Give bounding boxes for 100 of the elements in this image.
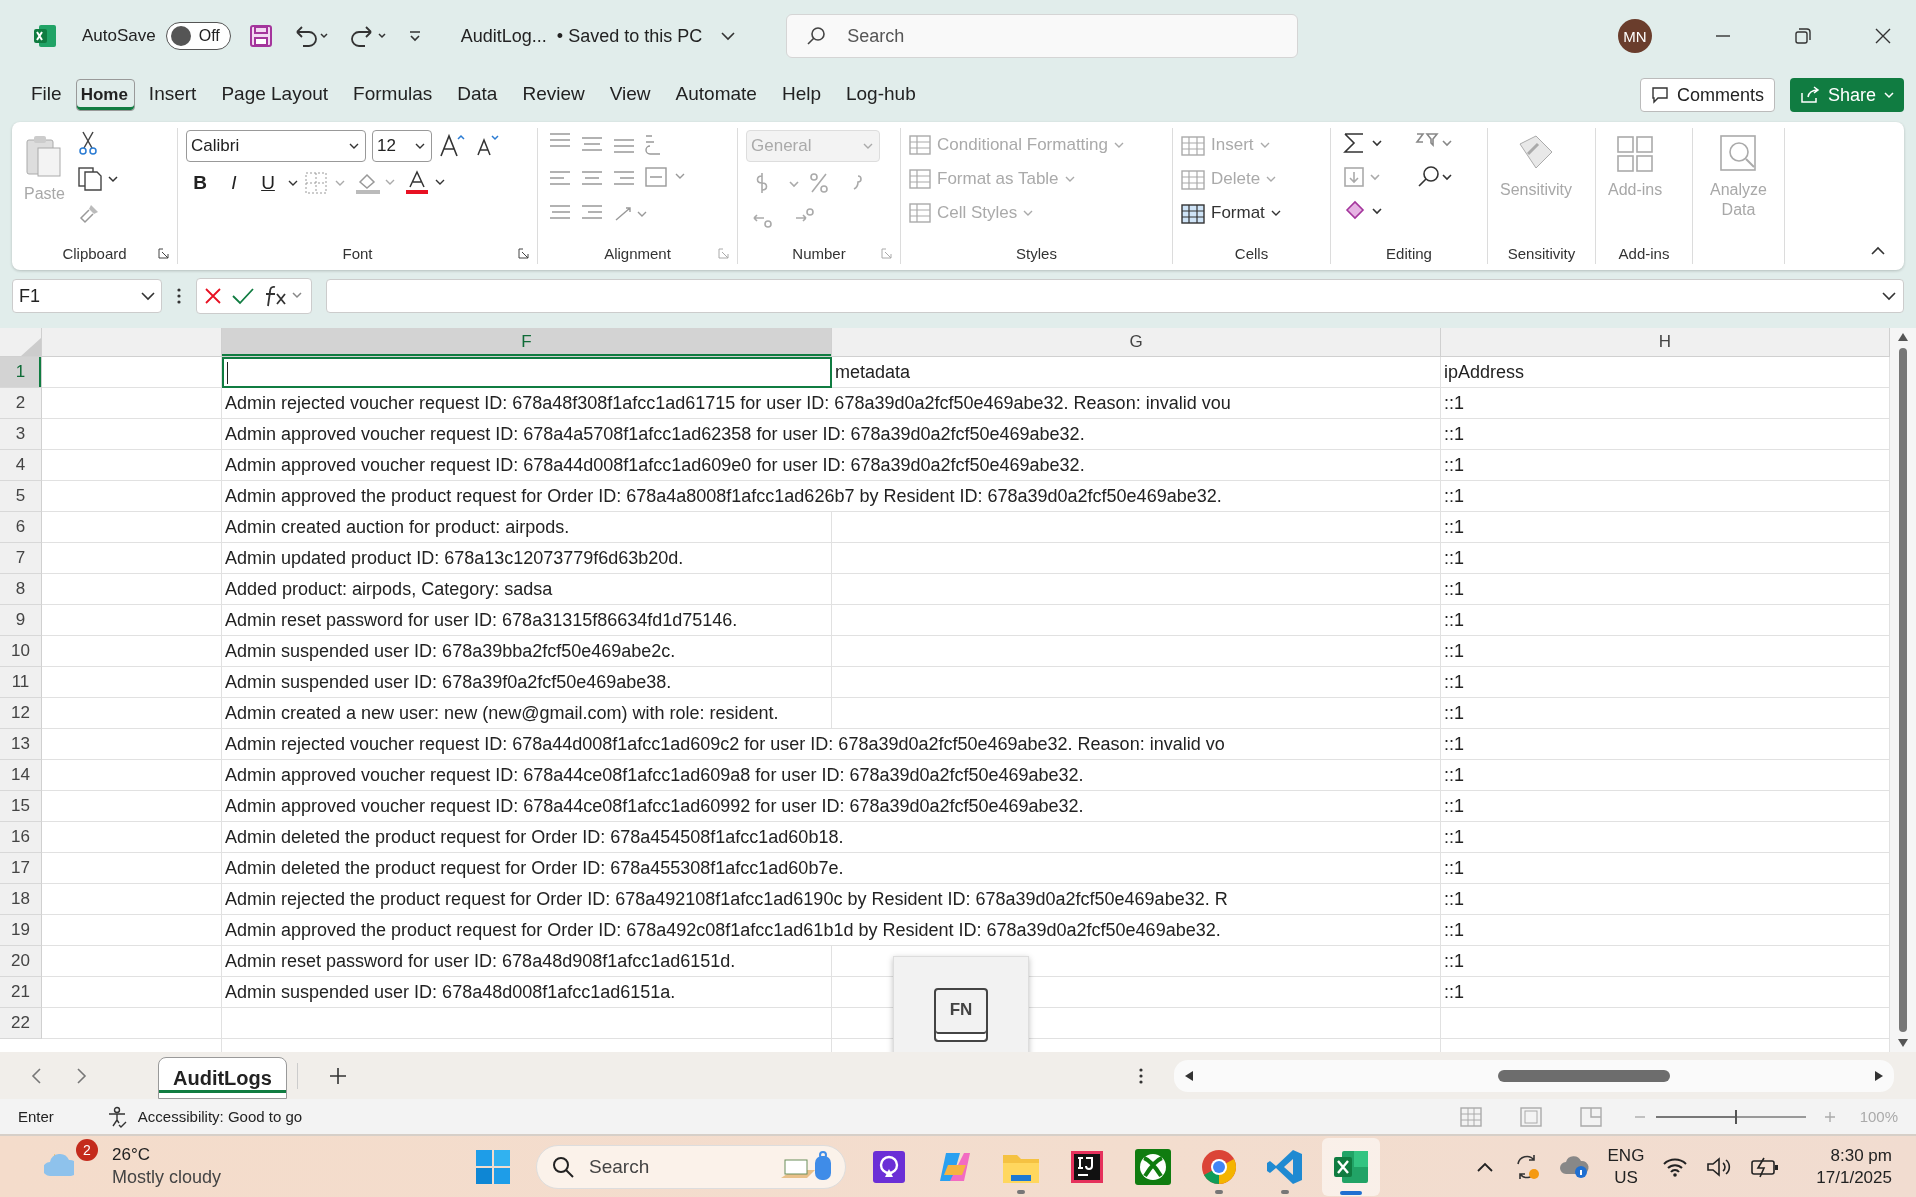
menu-tab[interactable]: Insert [137, 77, 208, 113]
input-region[interactable]: US [1614, 1167, 1638, 1188]
menu-tab[interactable]: Home [75, 79, 135, 111]
clock-time[interactable]: 8:30 pm [1830, 1145, 1892, 1166]
chevron-down-icon[interactable] [288, 179, 298, 187]
row-header[interactable]: 15 [0, 791, 42, 822]
previous-sheet-icon[interactable] [30, 1066, 44, 1085]
code-editor-icon [1266, 1147, 1304, 1186]
close-icon[interactable] [1874, 27, 1892, 45]
scissors-icon[interactable] [76, 130, 99, 156]
menu-tab[interactable]: Automate [664, 77, 768, 113]
chevron-up-icon[interactable] [1475, 1160, 1494, 1173]
bold-button[interactable]: B [186, 172, 214, 194]
font-family-dropdown[interactable]: Calibri [186, 130, 366, 162]
row-header[interactable]: 7 [0, 543, 42, 574]
scrollbar-thumb[interactable] [1498, 1069, 1670, 1082]
menu-tab[interactable]: File [20, 77, 73, 113]
cells-button[interactable]: Format [1181, 198, 1281, 228]
weather-condition[interactable]: Mostly cloudy [112, 1167, 222, 1188]
menu-tab[interactable]: Review [511, 77, 596, 113]
input-language[interactable]: ENG [1607, 1145, 1645, 1166]
table-icon [1181, 134, 1205, 156]
share-button[interactable]: Share [1789, 78, 1904, 112]
clock-date[interactable]: 17/1/2025 [1816, 1167, 1892, 1188]
chrome-app-icon [1200, 1147, 1238, 1186]
font-size-dropdown[interactable]: 12 [372, 130, 432, 162]
horizontal-scrollbar[interactable] [1174, 1059, 1894, 1092]
chevron-down-icon [1884, 91, 1894, 99]
row-header[interactable]: 11 [0, 667, 42, 698]
sheet-tab[interactable]: AuditLogs [158, 1057, 287, 1099]
more-options-icon[interactable] [1138, 1066, 1144, 1085]
italic-button[interactable]: I [220, 172, 248, 194]
group-label: Cells [1234, 244, 1269, 262]
autosave-toggle[interactable]: Off [165, 22, 231, 50]
row-header[interactable]: 16 [0, 822, 42, 853]
cloud-icon[interactable] [1559, 1153, 1590, 1180]
cancel-icon[interactable] [203, 286, 223, 306]
expand-icon[interactable] [1881, 291, 1897, 301]
row-header[interactable]: 4 [0, 450, 42, 481]
formula-input[interactable] [326, 279, 1904, 313]
row-header[interactable]: 13 [0, 729, 42, 760]
row-header[interactable]: 9 [0, 605, 42, 636]
row-header[interactable]: 12 [0, 698, 42, 729]
scroll-left-icon[interactable] [1184, 1069, 1194, 1082]
row-header[interactable]: 22 [0, 1008, 42, 1039]
dialog-launcher-icon[interactable] [518, 247, 529, 259]
chevron-down-icon [863, 142, 873, 150]
name-box[interactable]: F1 [12, 279, 162, 313]
volume-icon[interactable] [1706, 1155, 1733, 1178]
battery-charging-icon[interactable] [1750, 1155, 1781, 1178]
add-sheet-icon[interactable] [327, 1065, 348, 1086]
function-icon[interactable] [263, 284, 305, 308]
row-header[interactable]: 14 [0, 760, 42, 791]
column-header[interactable]: F [222, 328, 832, 356]
row-header[interactable]: 2 [0, 388, 42, 419]
chevron-down-icon [1023, 209, 1034, 217]
underline-button[interactable]: U [254, 172, 282, 194]
dialog-launcher-icon[interactable] [158, 247, 169, 259]
row-header[interactable]: 8 [0, 574, 42, 605]
log-message: Admin rejected voucher request ID: 678a48f308f1afcc1ad61715 for user ID: 678a39d0a2fcf50e469abe32. Reason: invalid vou [225, 388, 1233, 418]
redo-icon[interactable] [348, 24, 389, 48]
row-header[interactable]: 3 [0, 419, 42, 450]
check-icon[interactable] [231, 286, 255, 306]
log-message: Admin rejected voucher request ID: 678a44d008f1afcc1ad609c2 for user ID: 678a39d0a2fcf50e469abe32. Reason: invalid vo [225, 729, 1227, 759]
restore-icon[interactable] [1794, 27, 1812, 45]
row-header[interactable]: 21 [0, 977, 42, 1008]
collapse-ribbon-icon[interactable] [1870, 246, 1886, 256]
temperature[interactable]: 26°C [112, 1145, 222, 1165]
row-header[interactable]: 6 [0, 512, 42, 543]
more-options-icon[interactable] [176, 287, 182, 305]
vertical-scrollbar[interactable] [1890, 328, 1916, 1052]
menu-tab[interactable]: Help [770, 77, 832, 113]
menu-tab[interactable]: Log-hub [835, 77, 927, 113]
row-header[interactable]: 5 [0, 481, 42, 512]
menu-tab[interactable]: Data [446, 77, 509, 113]
row-header[interactable]: 10 [0, 636, 42, 667]
scroll-down-icon[interactable] [1897, 1038, 1909, 1048]
taskbar-search-field[interactable]: Search [536, 1144, 846, 1189]
scrollbar-thumb[interactable] [1899, 348, 1907, 1032]
scroll-up-icon[interactable] [1897, 332, 1909, 342]
next-sheet-icon[interactable] [74, 1066, 88, 1085]
row-header[interactable]: 18 [0, 884, 42, 915]
menu-tab[interactable]: Page Layout [210, 77, 340, 113]
save-status[interactable]: • Saved to this PC [556, 25, 703, 47]
file-name[interactable]: AuditLog... [460, 25, 547, 47]
column-header[interactable]: G [832, 328, 1441, 356]
row-header[interactable]: 1 [0, 357, 42, 388]
copy-icon[interactable] [76, 166, 119, 192]
row-header[interactable]: 17 [0, 853, 42, 884]
avatar[interactable]: MN [1618, 19, 1652, 53]
row-header[interactable]: 19 [0, 915, 42, 946]
row-header[interactable]: 20 [0, 946, 42, 977]
accessibility-status[interactable]: Accessibility: Good to go [137, 1108, 303, 1125]
menu-tab[interactable]: Formulas [342, 77, 444, 113]
search-field[interactable]: Search [786, 14, 1299, 58]
comments-button[interactable]: Comments [1639, 78, 1775, 112]
save-icon[interactable] [248, 24, 273, 48]
scroll-right-icon[interactable] [1874, 1069, 1884, 1082]
menu-tab[interactable]: View [598, 77, 662, 113]
chevron-down-icon[interactable] [720, 30, 737, 42]
